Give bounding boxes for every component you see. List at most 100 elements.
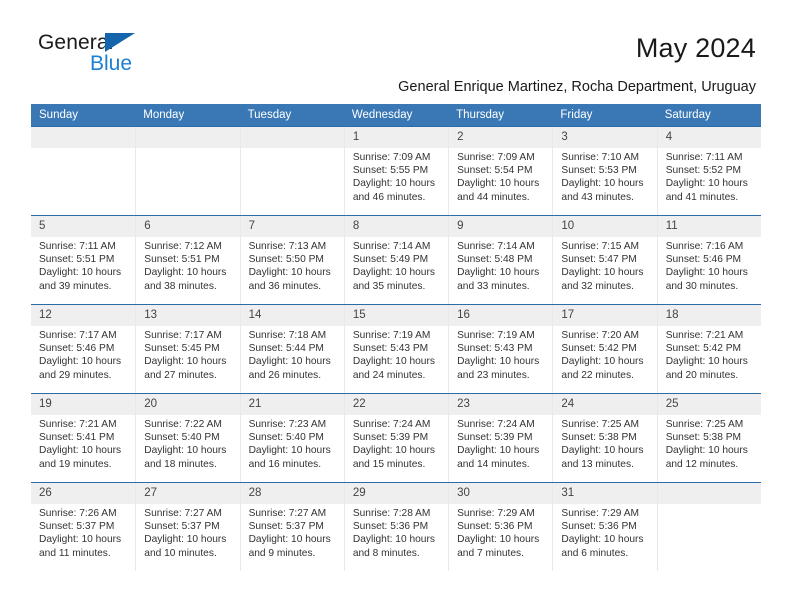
day-sunset-text: Sunset: 5:44 PM: [248, 343, 324, 355]
calendar-day-cell[interactable]: 14 Sunrise: 7:18 AM Sunset: 5:44 PM Dayligh…: [239, 304, 344, 394]
day-number: 30: [449, 483, 553, 504]
day-cell-inner: 24 Sunrise: 7:25 AM Sunset: 5:38 PM Dayligh…: [552, 394, 657, 482]
day-sunrise-text: Sunrise: 7:29 AM: [457, 508, 535, 519]
day-daylight-line1-text: Daylight: 10 hours: [457, 445, 540, 457]
day-cell-inner: 15 Sunrise: 7:19 AM Sunset: 5:43 PM Dayligh…: [343, 305, 449, 393]
day-daylight-line1-text: Daylight: 10 hours: [39, 445, 122, 457]
general-blue-logo[interactable]: General Blue: [38, 32, 158, 78]
calendar-day-cell[interactable]: 17 Sunrise: 7:20 AM Sunset: 5:42 PM Dayligh…: [552, 304, 657, 394]
calendar-day-cell[interactable]: 10 Sunrise: 7:15 AM Sunset: 5:47 PM Dayligh…: [552, 215, 657, 305]
day-sunrise-text: Sunrise: 7:11 AM: [39, 241, 116, 252]
day-sunset-text: Sunset: 5:38 PM: [561, 432, 637, 444]
day-number: 22: [344, 394, 449, 415]
day-sunset-text: Sunset: 5:50 PM: [248, 254, 324, 266]
day-daylight-line2-text: and 41 minutes.: [665, 191, 739, 203]
triangle-icon: [105, 33, 135, 52]
calendar-day-cell[interactable]: 30 Sunrise: 7:29 AM Sunset: 5:36 PM Dayligh…: [448, 482, 553, 571]
day-daylight-line2-text: and 20 minutes.: [665, 369, 739, 381]
day-daylight-line2-text: and 29 minutes.: [39, 369, 112, 381]
day-sunset-text: Sunset: 5:36 PM: [457, 521, 533, 533]
day-sunset-text: Sunset: 5:38 PM: [665, 432, 742, 444]
day-sunset-text: Sunset: 5:51 PM: [39, 254, 115, 266]
day-daylight-line2-text: and 30 minutes.: [665, 280, 739, 292]
day-details: Sunrise: 7:23 AM Sunset: 5:40 PM Daylight:…: [241, 415, 344, 471]
day-number: 12: [31, 305, 136, 326]
day-daylight-line1-text: Daylight: 10 hours: [144, 356, 227, 368]
calendar-day-cell[interactable]: 1 Sunrise: 7:09 AM Sunset: 5:55 PM Daylight…: [343, 126, 449, 216]
day-number: 19: [31, 394, 136, 415]
day-details: Sunrise: 7:19 AM Sunset: 5:43 PM Daylight:…: [449, 326, 552, 382]
day-number: 9: [449, 216, 553, 237]
calendar-day-cell[interactable]: 24 Sunrise: 7:25 AM Sunset: 5:38 PM Dayligh…: [552, 393, 657, 483]
day-number: 28: [240, 483, 344, 504]
day-daylight-line2-text: and 38 minutes.: [144, 280, 217, 292]
calendar-week-row: 5 Sunrise: 7:11 AM Sunset: 5:51 PM Daylight…: [31, 215, 761, 305]
day-cell-inner: 27 Sunrise: 7:27 AM Sunset: 5:37 PM Dayligh…: [135, 483, 240, 571]
day-daylight-line2-text: and 6 minutes.: [561, 547, 629, 559]
day-details: Sunrise: 7:28 AM Sunset: 5:36 PM Daylight:…: [345, 504, 448, 560]
day-sunrise-text: Sunrise: 7:24 AM: [457, 419, 535, 430]
calendar-day-cell[interactable]: 13 Sunrise: 7:17 AM Sunset: 5:45 PM Dayligh…: [135, 304, 240, 394]
day-sunrise-text: Sunrise: 7:13 AM: [248, 241, 327, 252]
calendar-day-cell[interactable]: 29 Sunrise: 7:28 AM Sunset: 5:36 PM Dayligh…: [343, 482, 449, 571]
day-cell-inner: [31, 127, 136, 215]
day-sunset-text: Sunset: 5:42 PM: [561, 343, 637, 355]
calendar-day-cell: [135, 126, 240, 216]
calendar-day-cell[interactable]: 9 Sunrise: 7:14 AM Sunset: 5:48 PM Daylight…: [448, 215, 553, 305]
day-sunrise-text: Sunrise: 7:20 AM: [561, 330, 639, 341]
calendar-day-cell[interactable]: 20 Sunrise: 7:22 AM Sunset: 5:40 PM Dayligh…: [135, 393, 240, 483]
calendar-day-cell[interactable]: 4 Sunrise: 7:11 AM Sunset: 5:52 PM Daylight…: [656, 126, 761, 216]
calendar-day-cell[interactable]: 22 Sunrise: 7:24 AM Sunset: 5:39 PM Dayligh…: [343, 393, 449, 483]
calendar-day-cell[interactable]: 5 Sunrise: 7:11 AM Sunset: 5:51 PM Daylight…: [31, 215, 136, 305]
calendar-day-cell[interactable]: 18 Sunrise: 7:21 AM Sunset: 5:42 PM Dayligh…: [656, 304, 761, 394]
day-cell-inner: 17 Sunrise: 7:20 AM Sunset: 5:42 PM Dayligh…: [552, 305, 657, 393]
day-details: Sunrise: 7:16 AM Sunset: 5:46 PM Daylight:…: [658, 237, 761, 293]
day-number: 29: [344, 483, 449, 504]
calendar-day-cell[interactable]: 31 Sunrise: 7:29 AM Sunset: 5:36 PM Dayligh…: [552, 482, 657, 571]
calendar-day-cell[interactable]: 21 Sunrise: 7:23 AM Sunset: 5:40 PM Dayligh…: [239, 393, 344, 483]
day-daylight-line2-text: and 9 minutes.: [248, 547, 316, 559]
day-daylight-line2-text: and 36 minutes.: [248, 280, 322, 292]
day-details: Sunrise: 7:24 AM Sunset: 5:39 PM Daylight:…: [449, 415, 552, 471]
calendar-day-cell[interactable]: 2 Sunrise: 7:09 AM Sunset: 5:54 PM Daylight…: [448, 126, 553, 216]
day-daylight-line2-text: and 35 minutes.: [352, 280, 426, 292]
calendar-day-cell[interactable]: 6 Sunrise: 7:12 AM Sunset: 5:51 PM Daylight…: [135, 215, 240, 305]
day-cell-inner: 31 Sunrise: 7:29 AM Sunset: 5:36 PM Dayligh…: [552, 483, 657, 571]
day-daylight-line1-text: Daylight: 10 hours: [248, 267, 331, 279]
day-cell-inner: 4 Sunrise: 7:11 AM Sunset: 5:52 PM Daylight…: [656, 127, 761, 215]
day-details: Sunrise: 7:22 AM Sunset: 5:40 PM Daylight:…: [136, 415, 239, 471]
day-daylight-line2-text: and 13 minutes.: [561, 458, 634, 470]
calendar-day-cell[interactable]: 27 Sunrise: 7:27 AM Sunset: 5:37 PM Dayligh…: [135, 482, 240, 571]
calendar-table: Sunday Monday Tuesday Wednesday Thursday…: [31, 104, 761, 571]
day-sunrise-text: Sunrise: 7:15 AM: [561, 241, 639, 252]
day-sunrise-text: Sunrise: 7:09 AM: [352, 152, 431, 163]
calendar-day-cell[interactable]: 11 Sunrise: 7:16 AM Sunset: 5:46 PM Dayligh…: [656, 215, 761, 305]
calendar-day-cell[interactable]: 7 Sunrise: 7:13 AM Sunset: 5:50 PM Daylight…: [239, 215, 344, 305]
calendar-day-cell[interactable]: 3 Sunrise: 7:10 AM Sunset: 5:53 PM Daylight…: [552, 126, 657, 216]
calendar-day-cell[interactable]: 19 Sunrise: 7:21 AM Sunset: 5:41 PM Dayligh…: [31, 393, 136, 483]
day-sunset-text: Sunset: 5:41 PM: [39, 432, 115, 444]
calendar-day-cell[interactable]: 15 Sunrise: 7:19 AM Sunset: 5:43 PM Dayligh…: [343, 304, 449, 394]
calendar-day-cell[interactable]: 23 Sunrise: 7:24 AM Sunset: 5:39 PM Dayligh…: [448, 393, 553, 483]
day-sunset-text: Sunset: 5:40 PM: [248, 432, 324, 444]
calendar-day-cell[interactable]: 12 Sunrise: 7:17 AM Sunset: 5:46 PM Dayligh…: [31, 304, 136, 394]
calendar-day-cell[interactable]: 8 Sunrise: 7:14 AM Sunset: 5:49 PM Daylight…: [343, 215, 449, 305]
day-details: Sunrise: 7:21 AM Sunset: 5:41 PM Daylight:…: [31, 415, 135, 471]
day-daylight-line1-text: Daylight: 10 hours: [561, 267, 644, 279]
calendar-day-cell[interactable]: 16 Sunrise: 7:19 AM Sunset: 5:43 PM Dayligh…: [448, 304, 553, 394]
day-daylight-line1-text: Daylight: 10 hours: [457, 534, 540, 546]
day-sunrise-text: Sunrise: 7:21 AM: [665, 330, 744, 341]
calendar-body: 1 Sunrise: 7:09 AM Sunset: 5:55 PM Daylight…: [31, 126, 761, 571]
weekday-header-wednesday: Wednesday: [343, 104, 449, 127]
day-number: 4: [657, 127, 761, 148]
calendar-day-cell[interactable]: 28 Sunrise: 7:27 AM Sunset: 5:37 PM Dayligh…: [239, 482, 344, 571]
day-cell-inner: 26 Sunrise: 7:26 AM Sunset: 5:37 PM Dayligh…: [31, 483, 136, 571]
calendar-day-cell[interactable]: 25 Sunrise: 7:25 AM Sunset: 5:38 PM Dayligh…: [656, 393, 761, 483]
day-daylight-line1-text: Daylight: 10 hours: [561, 178, 644, 190]
day-sunrise-text: Sunrise: 7:14 AM: [352, 241, 431, 252]
day-daylight-line1-text: Daylight: 10 hours: [665, 178, 748, 190]
calendar-week-row: 12 Sunrise: 7:17 AM Sunset: 5:46 PM Dayligh…: [31, 304, 761, 394]
calendar-day-cell[interactable]: 26 Sunrise: 7:26 AM Sunset: 5:37 PM Dayligh…: [31, 482, 136, 571]
calendar-page: General Blue May 2024 General Enrique Ma…: [0, 0, 792, 612]
day-daylight-line2-text: and 11 minutes.: [39, 547, 111, 559]
